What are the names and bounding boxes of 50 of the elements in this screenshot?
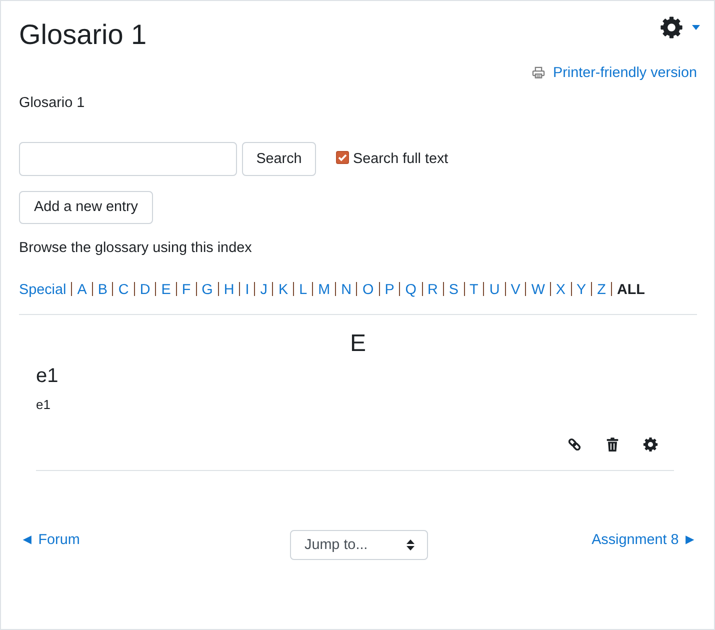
index-letter-link[interactable]: Z xyxy=(597,282,606,298)
caret-icon[interactable] xyxy=(692,24,700,30)
checkbox[interactable] xyxy=(336,151,349,164)
index-letter-link[interactable]: V xyxy=(510,282,520,298)
index-letter-link[interactable]: X xyxy=(556,282,566,298)
index-letter-link[interactable]: A xyxy=(77,282,87,298)
index-letter-link[interactable]: N xyxy=(341,282,352,298)
glossary-description: Glosario 1 xyxy=(19,94,86,113)
index-letter-link[interactable]: D xyxy=(140,282,150,298)
index-letter-link[interactable]: U xyxy=(489,282,500,298)
index-letter-link[interactable]: H xyxy=(224,282,234,298)
index-letter-link[interactable]: M xyxy=(318,282,330,298)
entry-concept: e1 xyxy=(36,364,60,388)
index-letter-link[interactable]: G xyxy=(202,282,213,298)
index-letter-link[interactable]: ALL xyxy=(616,282,645,298)
index-letter-link[interactable]: C xyxy=(118,282,129,298)
letter-heading: E xyxy=(348,328,367,358)
chain-link-icon[interactable] xyxy=(567,436,582,452)
entry-definition: e1 xyxy=(36,396,52,414)
index-letter-link[interactable]: R xyxy=(428,282,438,298)
printer-friendly-link[interactable]: Printer-friendly version xyxy=(553,62,697,83)
settings-icon[interactable] xyxy=(643,436,658,452)
index-letter-link[interactable]: I xyxy=(245,282,250,298)
page-title: Glosario 1 xyxy=(19,18,147,52)
checkbox-label: Search full text xyxy=(353,150,448,169)
index-letter-link[interactable]: F xyxy=(182,282,191,298)
index-letter-link[interactable]: Y xyxy=(576,282,586,298)
index-letter-link[interactable]: O xyxy=(362,282,374,298)
next-activity-link[interactable]: Assignment 8 ► xyxy=(592,532,697,548)
search-field[interactable] xyxy=(19,142,237,176)
sort-caret-icon xyxy=(406,538,414,551)
previous-activity-link[interactable]: ◄ Forum xyxy=(20,532,80,548)
index-letter-link[interactable]: S xyxy=(448,282,459,298)
settings-icon[interactable] xyxy=(660,16,683,39)
printer-icon[interactable] xyxy=(532,66,546,80)
index-letter-link[interactable]: Q xyxy=(405,282,416,298)
index-letter-link[interactable]: L xyxy=(299,282,308,298)
index-letter-link[interactable]: W xyxy=(531,282,545,298)
jump-to-select[interactable]: Jump to... xyxy=(290,530,428,560)
index-letter-link[interactable]: J xyxy=(260,282,268,298)
index-letter-link[interactable]: T xyxy=(470,282,478,298)
index-letter-link[interactable]: K xyxy=(278,282,288,298)
search-button[interactable]: Search xyxy=(242,142,316,176)
index-caption: Browse the glossary using this index xyxy=(19,238,253,258)
index-letter-link[interactable]: B xyxy=(98,282,108,298)
delete-icon[interactable] xyxy=(605,436,620,452)
index-letter-link[interactable]: P xyxy=(384,282,394,298)
add-entry-button[interactable]: Add a new entry xyxy=(19,190,153,224)
index-letter-link[interactable]: E xyxy=(161,282,171,298)
index-letter-link[interactable]: Special xyxy=(19,282,66,298)
